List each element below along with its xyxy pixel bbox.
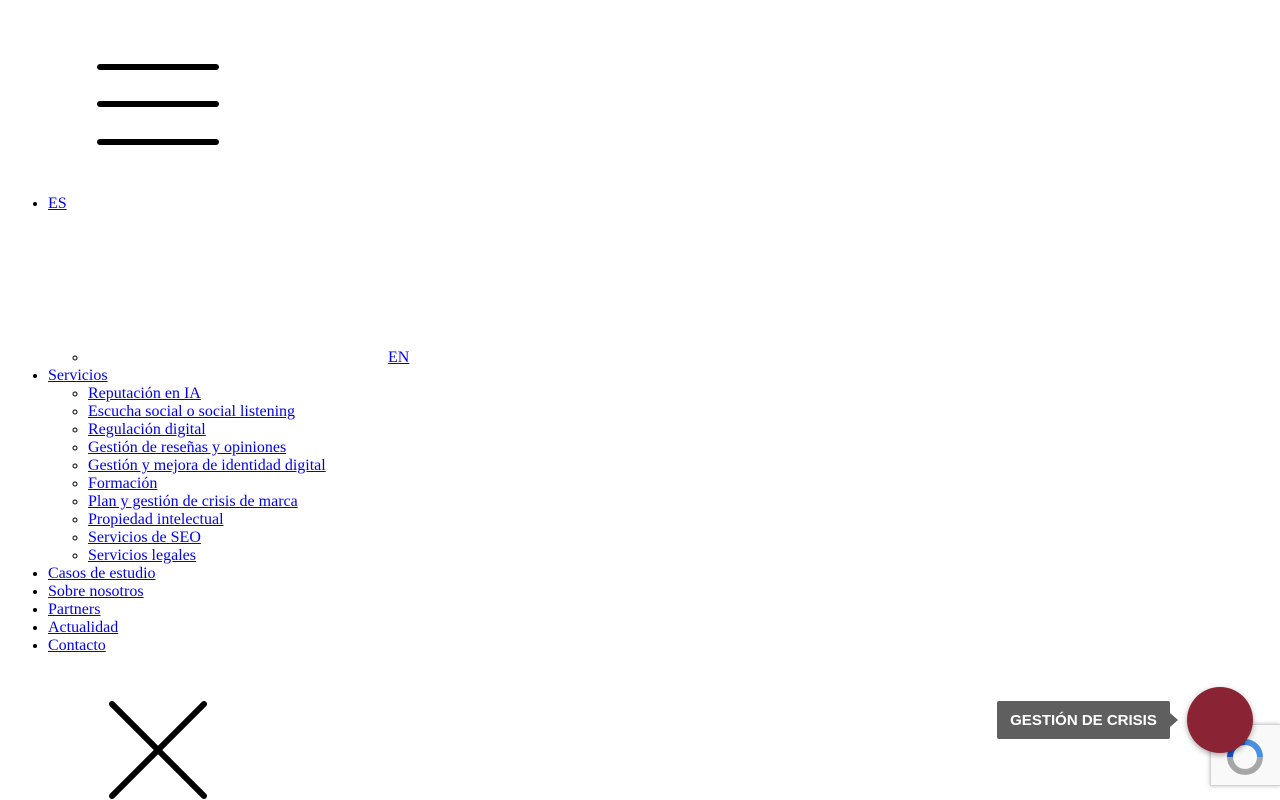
service-link-crisis-plan[interactable]: Plan y gestión de crisis de marca xyxy=(88,493,298,510)
menu-item-contact: Contacto xyxy=(48,637,648,655)
submenu-item: Formación xyxy=(88,475,648,493)
hamburger-icon[interactable] xyxy=(96,60,220,148)
submenu-item: Servicios legales xyxy=(88,547,648,565)
menu-item-partners: Partners xyxy=(48,601,648,619)
submenu-item: Regulación digital xyxy=(88,421,648,439)
submenu-item: Propiedad intelectual xyxy=(88,511,648,529)
service-link-digital-regulation[interactable]: Regulación digital xyxy=(88,421,206,438)
lang-option: EN xyxy=(88,349,648,367)
service-link-digital-identity[interactable]: Gestión y mejora de identidad digital xyxy=(88,457,326,474)
service-link-seo[interactable]: Servicios de SEO xyxy=(88,529,201,546)
menu-item-language: ES EN xyxy=(48,195,648,367)
service-link-social-listening[interactable]: Escucha social o social listening xyxy=(88,403,295,420)
submenu-item: Reputación en IA xyxy=(88,385,648,403)
case-studies-link[interactable]: Casos de estudio xyxy=(48,565,156,582)
services-link[interactable]: Servicios xyxy=(48,367,108,384)
submenu-item: Servicios de SEO xyxy=(88,529,648,547)
service-link-intellectual-property[interactable]: Propiedad intelectual xyxy=(88,511,224,528)
submenu-item: Plan y gestión de crisis de marca xyxy=(88,493,648,511)
service-link-legal[interactable]: Servicios legales xyxy=(88,547,196,564)
crisis-management-tooltip[interactable]: GESTIÓN DE CRISIS xyxy=(997,701,1178,739)
about-link[interactable]: Sobre nosotros xyxy=(48,583,144,600)
menu-item-about: Sobre nosotros xyxy=(48,583,648,601)
language-submenu: EN xyxy=(48,349,648,367)
news-link[interactable]: Actualidad xyxy=(48,619,118,636)
menu-item-services: Servicios Reputación en IA Escucha socia… xyxy=(48,367,648,565)
lang-en-link[interactable]: EN xyxy=(388,349,409,366)
service-link-ia-reputation[interactable]: Reputación en IA xyxy=(88,385,201,402)
menu-item-news: Actualidad xyxy=(48,619,648,637)
services-submenu: Reputación en IA Escucha social o social… xyxy=(48,385,648,565)
close-icon[interactable] xyxy=(106,698,210,800)
submenu-item: Gestión y mejora de identidad digital xyxy=(88,457,648,475)
service-link-training[interactable]: Formación xyxy=(88,475,157,492)
partners-link[interactable]: Partners xyxy=(48,601,100,618)
menu-item-case-studies: Casos de estudio xyxy=(48,565,648,583)
crisis-management-button[interactable] xyxy=(1187,687,1253,753)
lang-es-link[interactable]: ES xyxy=(48,195,67,212)
submenu-item: Gestión de reseñas y opiniones xyxy=(88,439,648,457)
contact-link[interactable]: Contacto xyxy=(48,637,106,654)
main-menu: ES EN Servicios Reputación en IA Escucha… xyxy=(0,195,648,655)
crisis-label-text: GESTIÓN DE CRISIS xyxy=(1010,711,1157,729)
submenu-item: Escucha social o social listening xyxy=(88,403,648,421)
service-link-reviews[interactable]: Gestión de reseñas y opiniones xyxy=(88,439,286,456)
